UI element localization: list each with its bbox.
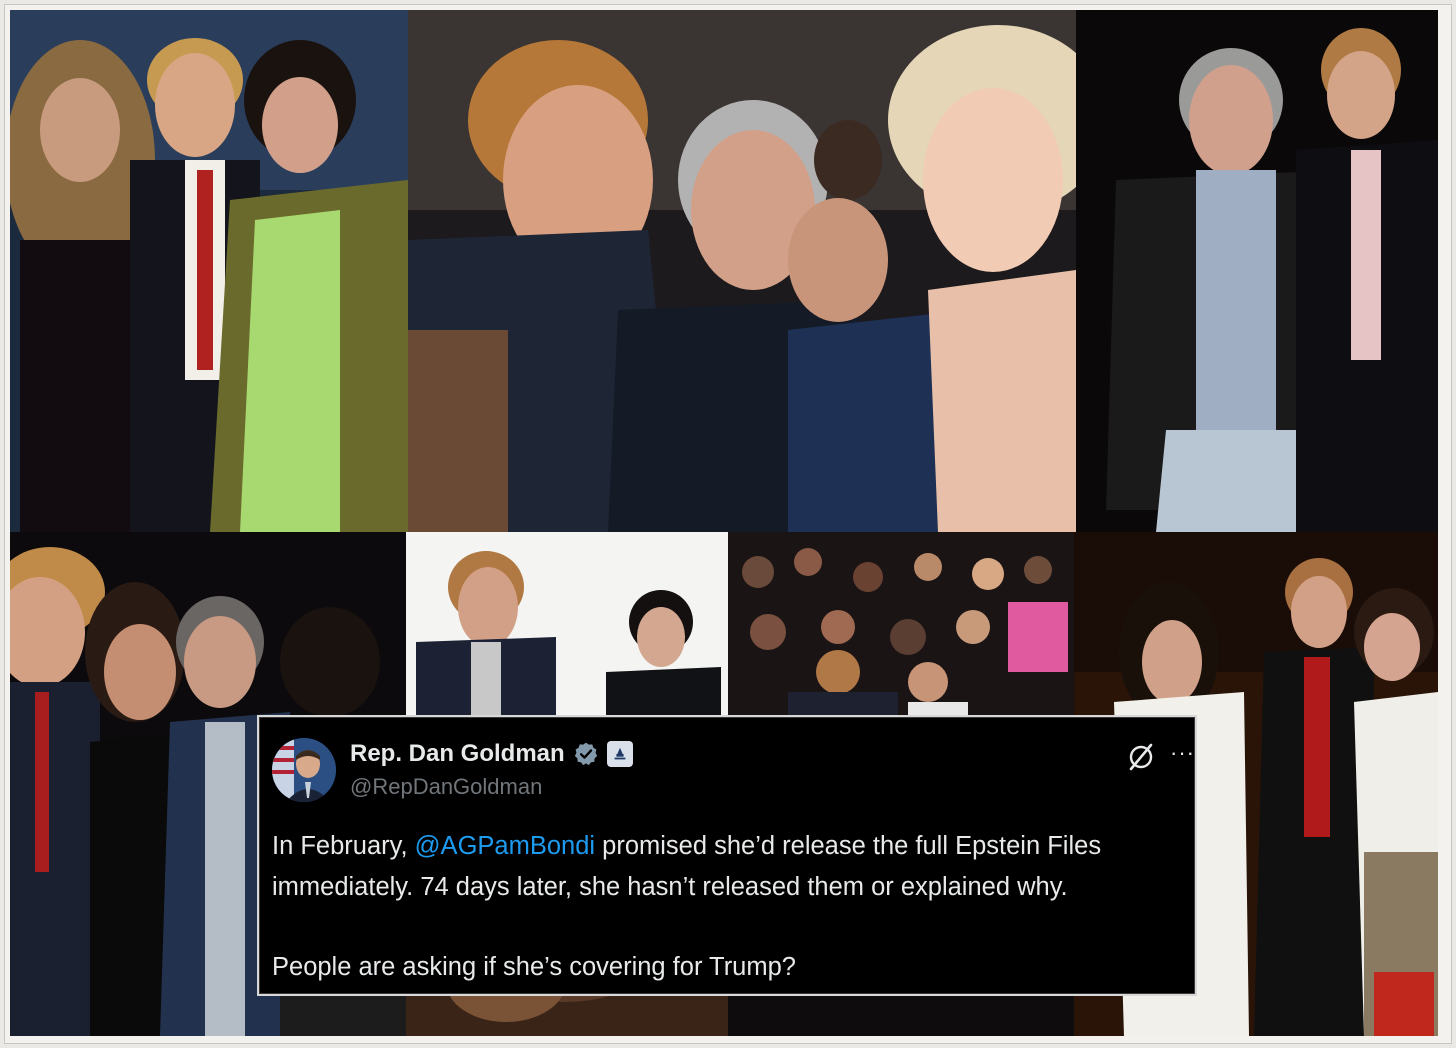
grok-icon[interactable] — [1126, 742, 1156, 772]
display-name[interactable]: Rep. Dan Goldman — [350, 740, 565, 768]
tweet-text-prefix: In February, — [272, 832, 415, 860]
collage-photo-2 — [408, 10, 1076, 532]
collage-photo-3 — [1076, 10, 1438, 532]
user-handle[interactable]: @RepDanGoldman — [350, 774, 542, 800]
tweet-text: In February, @AGPamBondi promised she’d … — [272, 826, 1188, 988]
mention-link[interactable]: @AGPamBondi — [415, 832, 595, 860]
tweet-paragraph-1: In February, @AGPamBondi promised she’d … — [272, 826, 1188, 908]
government-badge-icon — [606, 741, 633, 767]
verified-icon — [574, 742, 597, 766]
more-icon[interactable]: ··· — [1170, 740, 1196, 766]
tweet-paragraph-2: People are asking if she’s covering for … — [272, 953, 796, 981]
tweet-card[interactable]: Rep. Dan Goldman @RepDanGoldman ··· In F… — [259, 717, 1195, 994]
collage-photo-1 — [10, 10, 408, 532]
avatar[interactable] — [272, 738, 336, 802]
